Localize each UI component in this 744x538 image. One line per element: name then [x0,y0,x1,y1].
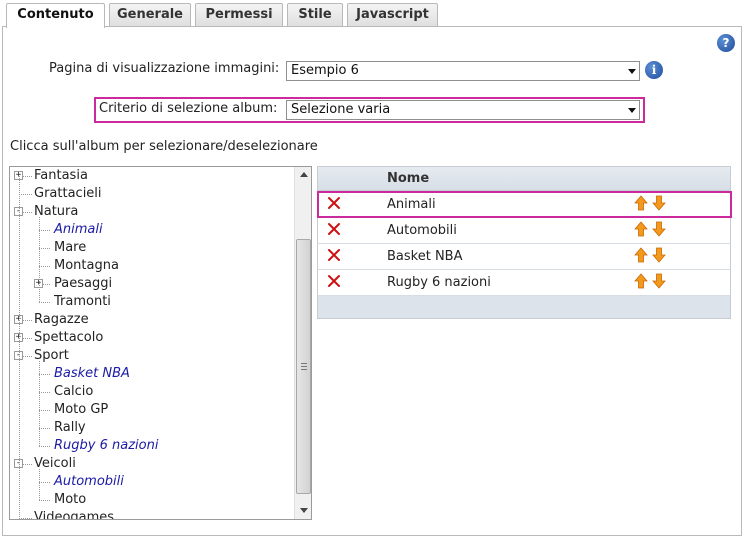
delete-x-icon[interactable] [327,248,341,262]
grid-row-basket-nba: Basket NBA [318,244,730,270]
selected-albums-grid: Nome Animali Automobili Basket NBA Rugby 6 … [317,166,731,319]
tree-item-grattacieli[interactable]: Grattacieli [34,185,102,203]
row-highlight [317,191,732,218]
arrow-down-icon[interactable] [652,221,666,237]
album-name: Basket NBA [387,249,463,264]
page-select-value: Esempio 6 [291,63,359,78]
tree-item-fantasia[interactable]: Fantasia [34,167,88,185]
page-select[interactable]: Esempio 6 [286,61,640,81]
tree-connector [39,248,50,249]
tree-connector [39,266,50,267]
page-select-label: Pagina di visualizzazione immagini: [49,61,280,76]
instruction-text: Clicca sull'album per selezionare/desele… [10,139,318,154]
tab-javascript[interactable]: Javascript [347,3,438,27]
tree-item-montagna[interactable]: Montagna [54,257,119,275]
tree-item-moto[interactable]: Moto [54,491,86,509]
tree-connector [39,230,50,231]
tree-connector [39,500,50,501]
tree-item-veicoli[interactable]: Veicoli [34,455,76,473]
criteria-select-value: Selezione varia [291,102,391,117]
tree-connector [39,482,50,483]
tree-item-mare[interactable]: Mare [54,239,86,257]
tree-item-animali[interactable]: Animali [54,221,103,239]
tree-item-moto-gp[interactable]: Moto GP [54,401,108,419]
tree-item-automobili[interactable]: Automobili [54,473,124,491]
tree-item-calcio[interactable]: Calcio [54,383,93,401]
arrow-up-icon[interactable] [634,247,648,263]
help-icon[interactable]: ? [717,34,735,52]
arrow-down-icon[interactable] [652,273,666,289]
tab-contenuto[interactable]: Contenuto [6,3,105,28]
grid-row-rugby-6-nazioni: Rugby 6 nazioni [318,270,730,296]
tab-permessi[interactable]: Permessi [195,3,283,27]
tree-item-tramonti[interactable]: Tramonti [54,293,111,311]
tree-connector [39,446,50,447]
tree-guide [19,176,20,519]
tree-item-basket-nba[interactable]: Basket NBA [54,365,130,383]
tree-guide [39,469,40,500]
tree-item-ragazze[interactable]: Ragazze [34,311,89,329]
tree-item-paesaggi[interactable]: Paesaggi [54,275,112,293]
grid-row-automobili: Automobili [318,218,730,244]
scroll-up-icon[interactable] [296,167,311,183]
tree-connector [39,410,50,411]
tab-stile[interactable]: Stile [287,3,343,27]
tree-item-videogames[interactable]: Videogames [34,509,114,519]
arrow-up-icon[interactable] [634,221,648,237]
info-icon[interactable]: i [645,61,663,79]
album-name: Rugby 6 nazioni [387,275,491,290]
criteria-select[interactable]: Selezione varia [286,100,640,120]
criteria-select-label: Criterio di selezione album: [99,101,278,116]
tree-guide [39,217,40,302]
tab-generale[interactable]: Generale [109,3,191,27]
chevron-down-icon [628,108,636,113]
column-nome: Nome [387,171,430,186]
album-tree[interactable]: + Fantasia Grattacieli - Natura Animali Mare Mo… [9,166,312,520]
tree-item-spettacolo[interactable]: Spettacolo [34,329,103,347]
tree-item-natura[interactable]: Natura [34,203,78,221]
grid-header: Nome [318,167,730,191]
grip-icon [301,363,307,370]
scroll-thumb[interactable] [296,239,311,494]
tree-connector [39,374,50,375]
delete-x-icon[interactable] [327,274,341,288]
tree-item-rugby-6-nazioni[interactable]: Rugby 6 nazioni [54,437,158,455]
scroll-down-icon[interactable] [296,502,311,518]
album-name: Automobili [387,223,457,238]
tree-scrollbar[interactable] [294,167,311,519]
chevron-down-icon [628,69,636,74]
tree-connector [19,194,32,195]
tree-guide [39,361,40,446]
tree-connector [39,392,50,393]
tree-item-rally[interactable]: Rally [54,419,86,437]
tree-connector [19,518,32,519]
arrow-down-icon[interactable] [652,247,666,263]
tree-connector [39,428,50,429]
tree-connector [39,302,50,303]
arrow-up-icon[interactable] [634,273,648,289]
delete-x-icon[interactable] [327,222,341,236]
